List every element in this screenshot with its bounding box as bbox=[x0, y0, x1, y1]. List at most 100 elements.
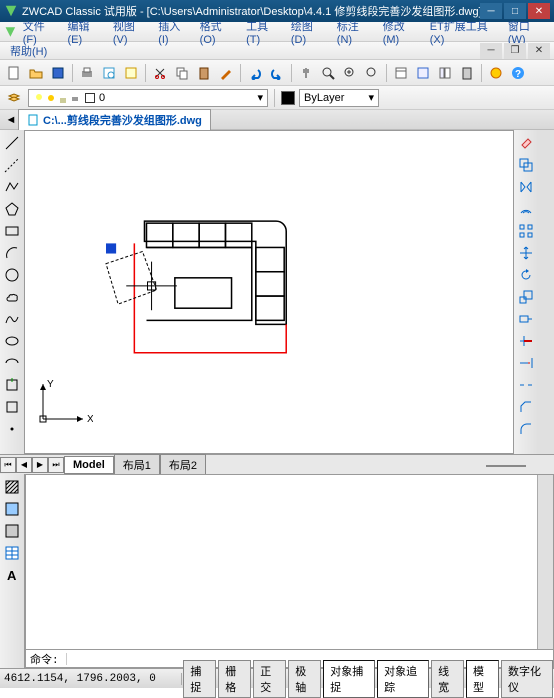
status-osnap[interactable]: 对象捕捉 bbox=[323, 660, 375, 698]
mdi-minimize-button[interactable]: ─ bbox=[480, 43, 502, 59]
tool-palettes-button[interactable] bbox=[435, 63, 455, 83]
status-polar[interactable]: 极轴 bbox=[288, 660, 321, 698]
copy-tool[interactable] bbox=[517, 156, 535, 174]
menu-annotate[interactable]: 标注(N) bbox=[331, 16, 377, 48]
print-preview-button[interactable] bbox=[99, 63, 119, 83]
region-tool[interactable] bbox=[3, 522, 21, 540]
tab-layout1[interactable]: 布局1 bbox=[114, 454, 160, 476]
rectangle-tool[interactable] bbox=[3, 222, 21, 240]
modify-toolbar bbox=[514, 130, 538, 454]
ellipse-tool[interactable] bbox=[3, 332, 21, 350]
layer-manager-button[interactable] bbox=[4, 88, 24, 108]
paste-button[interactable] bbox=[194, 63, 214, 83]
menu-format[interactable]: 格式(O) bbox=[194, 16, 240, 48]
print-icon bbox=[69, 92, 81, 104]
tab-layout2[interactable]: 布局2 bbox=[160, 454, 206, 476]
status-digitizer[interactable]: 数字化仪 bbox=[501, 660, 553, 698]
status-grid[interactable]: 栅格 bbox=[218, 660, 251, 698]
tab-last[interactable]: ⏭ bbox=[48, 457, 64, 473]
menu-modify[interactable]: 修改(M) bbox=[377, 16, 424, 48]
menu-edit[interactable]: 编辑(E) bbox=[62, 16, 107, 48]
spline-tool[interactable] bbox=[3, 310, 21, 328]
document-tab[interactable]: C:\...剪线段完善沙发组图形.dwg bbox=[18, 109, 211, 130]
chamfer-tool[interactable] bbox=[517, 398, 535, 416]
mdi-restore-button[interactable]: ❐ bbox=[504, 43, 526, 59]
extend-tool[interactable] bbox=[517, 354, 535, 372]
redo-button[interactable] bbox=[267, 63, 287, 83]
status-lwt[interactable]: 线宽 bbox=[431, 660, 464, 698]
copy-button[interactable] bbox=[172, 63, 192, 83]
tab-next[interactable]: ▶ bbox=[32, 457, 48, 473]
clean-screen-button[interactable] bbox=[486, 63, 506, 83]
move-tool[interactable] bbox=[517, 244, 535, 262]
table-tool[interactable] bbox=[3, 544, 21, 562]
polyline-tool[interactable] bbox=[3, 178, 21, 196]
linetype-dropdown[interactable]: ByLayer ▾ bbox=[299, 89, 379, 107]
fillet-tool[interactable] bbox=[517, 420, 535, 438]
mdi-close-button[interactable]: ✕ bbox=[528, 43, 550, 59]
zoom-window-button[interactable] bbox=[340, 63, 360, 83]
scale-tool[interactable] bbox=[517, 288, 535, 306]
menu-help[interactable]: 帮助(H) bbox=[4, 41, 53, 61]
point-tool[interactable] bbox=[3, 420, 21, 438]
svg-text:Y: Y bbox=[47, 379, 54, 390]
open-button[interactable] bbox=[26, 63, 46, 83]
dropdown-arrow-icon: ▾ bbox=[368, 91, 374, 104]
pan-button[interactable] bbox=[296, 63, 316, 83]
hatch-tool[interactable] bbox=[3, 478, 21, 496]
construction-line-tool[interactable] bbox=[3, 156, 21, 174]
line-tool[interactable] bbox=[3, 134, 21, 152]
calculator-button[interactable] bbox=[457, 63, 477, 83]
status-snap[interactable]: 捕捉 bbox=[183, 660, 216, 698]
publish-button[interactable] bbox=[121, 63, 141, 83]
mtext-tool[interactable]: A bbox=[3, 566, 21, 584]
trim-tool[interactable] bbox=[517, 332, 535, 350]
arc-tool[interactable] bbox=[3, 244, 21, 262]
status-model[interactable]: 模型 bbox=[466, 660, 499, 698]
command-output[interactable] bbox=[25, 474, 554, 650]
color-swatch[interactable] bbox=[281, 91, 295, 105]
status-coords: 4612.1154, 1796.2003, 0 bbox=[0, 673, 182, 685]
insert-block-tool[interactable] bbox=[3, 376, 21, 394]
make-block-tool[interactable] bbox=[3, 398, 21, 416]
array-tool[interactable] bbox=[517, 222, 535, 240]
tab-first[interactable]: ⏮ bbox=[0, 457, 16, 473]
gradient-tool[interactable] bbox=[3, 500, 21, 518]
drawing-canvas[interactable]: X Y bbox=[24, 130, 514, 454]
ellipse-arc-tool[interactable] bbox=[3, 354, 21, 372]
status-otrack[interactable]: 对象追踪 bbox=[377, 660, 429, 698]
tab-model[interactable]: Model bbox=[64, 456, 114, 474]
menu-insert[interactable]: 插入(I) bbox=[152, 16, 193, 48]
revision-cloud-tool[interactable] bbox=[3, 288, 21, 306]
cut-button[interactable] bbox=[150, 63, 170, 83]
print-button[interactable] bbox=[77, 63, 97, 83]
menu-draw[interactable]: 绘图(D) bbox=[285, 16, 331, 48]
menu-view[interactable]: 视图(V) bbox=[107, 16, 152, 48]
undo-button[interactable] bbox=[245, 63, 265, 83]
properties-button[interactable] bbox=[391, 63, 411, 83]
stretch-tool[interactable] bbox=[517, 310, 535, 328]
menu-tools[interactable]: 工具(T) bbox=[240, 16, 285, 48]
tab-prev[interactable]: ◀ bbox=[16, 457, 32, 473]
rotate-tool[interactable] bbox=[517, 266, 535, 284]
design-center-button[interactable] bbox=[413, 63, 433, 83]
save-button[interactable] bbox=[48, 63, 68, 83]
mirror-tool[interactable] bbox=[517, 178, 535, 196]
break-tool[interactable] bbox=[517, 376, 535, 394]
new-button[interactable] bbox=[4, 63, 24, 83]
polygon-tool[interactable] bbox=[3, 200, 21, 218]
command-vscroll[interactable] bbox=[537, 475, 553, 649]
help-button[interactable]: ? bbox=[508, 63, 528, 83]
erase-tool[interactable] bbox=[517, 134, 535, 152]
zoom-realtime-button[interactable] bbox=[318, 63, 338, 83]
canvas-vscroll[interactable] bbox=[538, 130, 554, 454]
status-ortho[interactable]: 正交 bbox=[253, 660, 286, 698]
match-props-button[interactable] bbox=[216, 63, 236, 83]
tab-scroll-left[interactable]: ◄ bbox=[4, 114, 18, 126]
ucs-icon: X Y bbox=[33, 379, 93, 429]
circle-tool[interactable] bbox=[3, 266, 21, 284]
layer-dropdown[interactable]: 0 ▾ bbox=[28, 89, 268, 107]
zoom-previous-button[interactable] bbox=[362, 63, 382, 83]
tab-nav: ⏮ ◀ ▶ ⏭ bbox=[0, 457, 64, 473]
offset-tool[interactable] bbox=[517, 200, 535, 218]
